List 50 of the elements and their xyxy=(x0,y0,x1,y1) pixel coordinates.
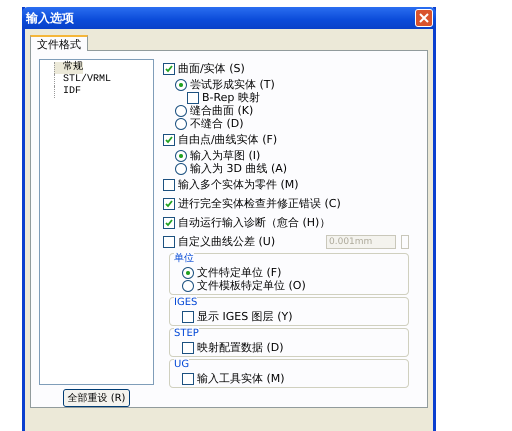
checkbox[interactable] xyxy=(182,372,194,384)
radio-button[interactable] xyxy=(175,104,187,116)
option-label: B-Rep 映射 xyxy=(202,90,260,105)
checkbox[interactable] xyxy=(163,134,175,146)
option-label: 输入为 3D 曲线 (A) xyxy=(190,161,288,176)
option-label: 缝合曲面 (K) xyxy=(190,104,254,118)
check-icon xyxy=(165,200,173,208)
radio-button[interactable] xyxy=(175,78,187,90)
check-icon xyxy=(165,64,173,72)
close-icon xyxy=(419,13,429,23)
option-label: 输入多个实体为零件 (M) xyxy=(178,177,299,192)
option-label: 不缝合 (D) xyxy=(190,116,244,131)
group-title: STEP xyxy=(174,328,199,339)
option-label: 自由点/曲线实体 (F) xyxy=(178,132,278,147)
option-label: 输入工具实体 (M) xyxy=(197,371,285,386)
option-label: 自定义曲线公差 (U) xyxy=(178,234,276,249)
group-title: IGES xyxy=(174,297,198,308)
option-label: 文件特定单位 (F) xyxy=(197,265,282,280)
option-label: 进行完全实体检查并修正错误 (C) xyxy=(178,196,341,211)
radio-button[interactable] xyxy=(175,118,187,130)
tab[interactable]: 文件格式 xyxy=(30,35,88,51)
checkbox[interactable] xyxy=(182,310,194,322)
check-icon xyxy=(165,218,173,226)
tree-item[interactable]: IDF xyxy=(54,86,82,98)
option-label: 曲面/实体 (S) xyxy=(178,61,245,76)
group-title: 单位 xyxy=(174,253,194,264)
tree-item[interactable]: STL/VRML xyxy=(54,74,112,86)
close-button[interactable] xyxy=(415,9,433,27)
option-label: 映射配置数据 (D) xyxy=(197,340,284,355)
radio-button[interactable] xyxy=(175,150,187,162)
radio-button[interactable] xyxy=(182,280,194,292)
radio-button[interactable] xyxy=(175,162,187,174)
option-label: 输入为草图 (I) xyxy=(190,148,260,163)
checkbox[interactable] xyxy=(163,216,175,228)
checkbox[interactable] xyxy=(163,198,175,210)
option-label: 文件模板特定单位 (O) xyxy=(197,278,306,293)
group-title: UG xyxy=(174,359,190,370)
radio-button[interactable] xyxy=(182,266,194,278)
reset-all-button[interactable]: 全部重设 (R) xyxy=(62,389,130,407)
option-label: 尝试形成实体 (T) xyxy=(190,77,275,92)
tree-item[interactable]: 常规 xyxy=(54,62,83,74)
window-title: 输入选项 xyxy=(26,10,74,26)
option-label: 自动运行输入诊断（愈合 (H)） xyxy=(178,215,330,230)
checkbox[interactable] xyxy=(163,62,175,74)
checkbox[interactable] xyxy=(182,342,194,354)
check-icon xyxy=(165,136,173,144)
option-label: 显示 IGES 图层 (Y) xyxy=(197,309,292,324)
checkbox[interactable] xyxy=(187,92,199,104)
checkbox[interactable] xyxy=(163,236,175,248)
checkbox[interactable] xyxy=(163,178,175,190)
